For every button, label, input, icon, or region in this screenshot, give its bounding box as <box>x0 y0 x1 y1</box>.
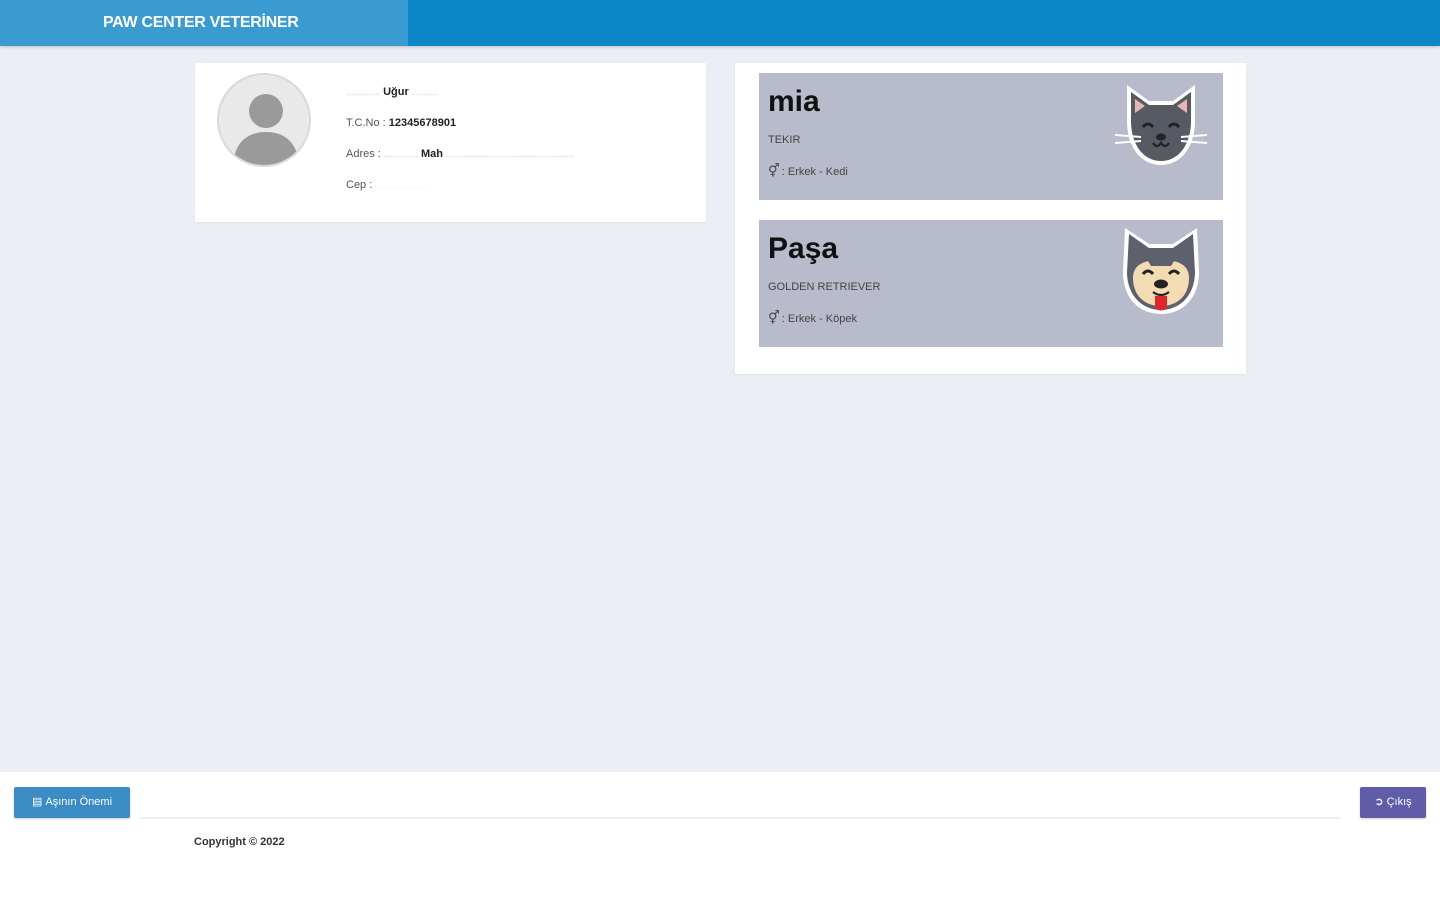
brand-logo-text[interactable]: PAW CENTER VETERİNER <box>0 0 408 46</box>
pet-meta: ⚥: Erkek - Köpek <box>768 310 857 326</box>
pet-name: mia <box>768 85 820 118</box>
cat-icon <box>1114 85 1208 165</box>
owner-info: ………… Uğur ……… T.C.No : 12345678901 Adres… <box>346 85 574 209</box>
pet-card-pasa[interactable]: Paşa GOLDEN RETRIEVER ⚥: Erkek - Köpek <box>759 220 1223 347</box>
owner-name: ………… Uğur ……… <box>346 86 438 98</box>
address-label: Adres : <box>346 148 381 160</box>
logout-label: Çıkış <box>1386 796 1412 808</box>
tc-value: 12345678901 <box>388 117 457 129</box>
vaccine-importance-label: Aşının Önemi <box>45 796 113 808</box>
pet-breed: TEKIR <box>768 134 801 146</box>
newspaper-icon: ▤ <box>31 796 43 808</box>
footer: ▤ Aşının Önemi ➲ Çıkış Copyright © 2022 <box>0 772 1440 900</box>
owner-tc: T.C.No : 12345678901 <box>346 116 574 147</box>
pet-meta-text: : Erkek - Kedi <box>781 166 848 178</box>
pets-card: mia TEKIR ⚥: Erkek - Kedi Paşa GOLDEN RE… <box>735 63 1246 374</box>
copyright-text: Copyright © 2022 <box>194 836 285 848</box>
pet-card-mia[interactable]: mia TEKIR ⚥: Erkek - Kedi <box>759 73 1223 200</box>
top-navbar: PAW CENTER VETERİNER <box>0 0 1440 46</box>
footer-divider <box>140 817 1340 819</box>
gender-icon: ⚥ <box>768 310 780 325</box>
owner-profile-card: ………… Uğur ……… T.C.No : 12345678901 Adres… <box>195 63 706 222</box>
pet-meta-text: : Erkek - Köpek <box>781 313 857 325</box>
tc-label: T.C.No : <box>346 117 386 129</box>
owner-address: Adres : ………… Mah ……………………………………… <box>346 148 574 160</box>
address-mid: Mah <box>420 148 443 160</box>
gender-icon: ⚥ <box>768 163 780 178</box>
sign-out-icon: ➲ <box>1374 796 1384 808</box>
vaccine-importance-button[interactable]: ▤ Aşının Önemi <box>14 787 130 818</box>
owner-first-name: Uğur <box>383 86 409 98</box>
pet-meta: ⚥: Erkek - Kedi <box>768 163 848 179</box>
logout-button[interactable]: ➲ Çıkış <box>1360 787 1426 818</box>
avatar-placeholder-icon <box>217 73 311 167</box>
pet-breed: GOLDEN RETRIEVER <box>768 281 881 293</box>
phone-label: Cep : <box>346 179 373 191</box>
owner-phone: Cep : …………… <box>346 179 431 191</box>
dog-icon <box>1123 228 1199 314</box>
pet-name: Paşa <box>768 232 839 265</box>
